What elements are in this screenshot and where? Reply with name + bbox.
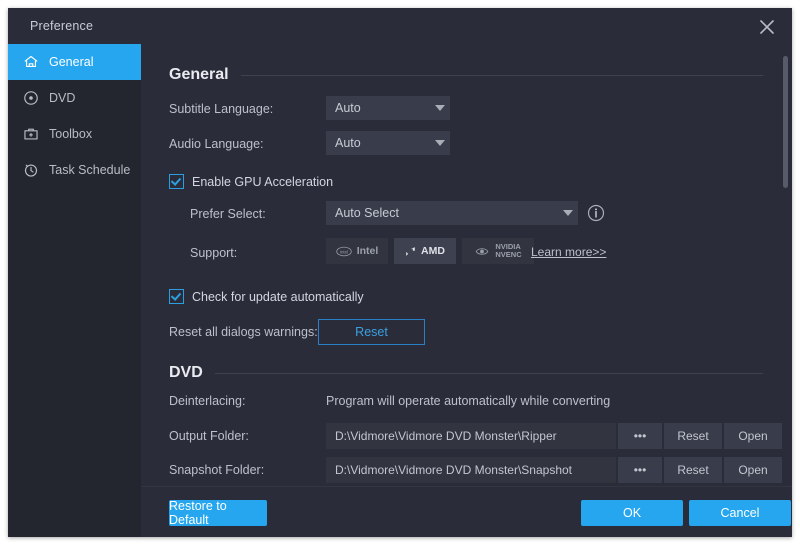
prefer-select-value: Auto Select xyxy=(335,206,399,220)
support-badge-nvidia[interactable]: NVIDIA NVENC xyxy=(462,238,534,264)
output-folder-input[interactable]: D:\Vidmore\Vidmore DVD Monster\Ripper xyxy=(326,423,616,449)
audio-language-value: Auto xyxy=(335,136,361,150)
snapshot-folder-open-button[interactable]: Open xyxy=(724,457,782,483)
dvd-section-header: DVD xyxy=(169,364,763,382)
chevron-down-icon xyxy=(558,210,578,216)
sidebar-item-label: DVD xyxy=(49,91,76,105)
chevron-down-icon xyxy=(430,105,450,111)
intel-logo-icon: intel xyxy=(336,246,352,256)
support-badge-label: NVIDIA NVENC xyxy=(495,242,522,260)
nvidia-logo-icon xyxy=(476,247,489,255)
info-icon[interactable] xyxy=(587,204,605,222)
snapshot-folder-browse-button[interactable]: ••• xyxy=(618,457,662,483)
subtitle-language-label: Subtitle Language: xyxy=(169,102,274,116)
content-area: General Subtitle Language: Auto Audio La… xyxy=(141,44,792,486)
home-icon xyxy=(22,53,40,71)
chevron-down-icon xyxy=(430,140,450,146)
subtitle-language-select[interactable]: Auto xyxy=(326,96,450,120)
reset-dialogs-label: Reset all dialogs warnings: xyxy=(169,325,318,339)
reset-dialogs-button[interactable]: Reset xyxy=(318,319,425,345)
general-section-header: General xyxy=(169,66,763,84)
cancel-button[interactable]: Cancel xyxy=(689,500,791,526)
content-scrollbar[interactable] xyxy=(783,50,788,480)
audio-language-label: Audio Language: xyxy=(169,137,264,151)
snapshot-folder-input[interactable]: D:\Vidmore\Vidmore DVD Monster\Snapshot xyxy=(326,457,616,483)
audio-language-select[interactable]: Auto xyxy=(326,131,450,155)
subtitle-language-value: Auto xyxy=(335,101,361,115)
output-folder-reset-button[interactable]: Reset xyxy=(664,423,722,449)
sidebar-item-task-schedule[interactable]: Task Schedule xyxy=(8,152,141,188)
close-icon[interactable] xyxy=(754,14,780,40)
support-label: Support: xyxy=(190,246,238,260)
check-update-label: Check for update automatically xyxy=(192,289,364,304)
prefer-select-dropdown[interactable]: Auto Select xyxy=(326,201,578,225)
deinterlacing-value: Program will operate automatically while… xyxy=(326,394,611,408)
check-update-checkbox[interactable]: Check for update automatically xyxy=(169,289,364,304)
title-bar: Preference xyxy=(8,8,792,44)
sidebar-item-label: General xyxy=(49,55,94,69)
checkbox-box xyxy=(169,289,184,304)
sidebar-item-general[interactable]: General xyxy=(8,44,141,80)
scrollbar-thumb[interactable] xyxy=(783,56,788,188)
prefer-select-label: Prefer Select: xyxy=(190,207,266,221)
snapshot-folder-value: D:\Vidmore\Vidmore DVD Monster\Snapshot xyxy=(335,463,572,477)
sidebar-item-label: Toolbox xyxy=(49,127,93,141)
support-badge-intel[interactable]: intel Intel xyxy=(326,238,388,264)
sidebar: General DVD Toolbox Task Schedule xyxy=(8,44,141,537)
divider xyxy=(240,74,763,76)
svg-text:intel: intel xyxy=(340,249,348,254)
disc-icon xyxy=(22,89,40,107)
learn-more-link[interactable]: Learn more>> xyxy=(531,245,606,259)
support-badge-label: AMD xyxy=(421,245,445,257)
clock-icon xyxy=(22,161,40,179)
deinterlacing-label: Deinterlacing: xyxy=(169,394,246,408)
dialog-footer: Restore to Default OK Cancel xyxy=(141,486,792,537)
toolbox-icon xyxy=(22,125,40,143)
support-badge-amd[interactable]: AMD xyxy=(394,238,456,264)
divider xyxy=(214,372,763,374)
nvidia-line-2: NVENC xyxy=(495,250,522,259)
enable-gpu-acceleration-label: Enable GPU Acceleration xyxy=(192,174,334,189)
sidebar-item-label: Task Schedule xyxy=(49,163,131,177)
output-folder-label: Output Folder: xyxy=(169,429,249,443)
snapshot-folder-label: Snapshot Folder: xyxy=(169,463,265,477)
snapshot-folder-reset-button[interactable]: Reset xyxy=(664,457,722,483)
checkbox-box xyxy=(169,174,184,189)
dvd-section-title: DVD xyxy=(169,364,203,381)
general-section-title: General xyxy=(169,66,229,83)
enable-gpu-acceleration-checkbox[interactable]: Enable GPU Acceleration xyxy=(169,174,333,189)
amd-logo-icon xyxy=(406,246,415,256)
sidebar-item-toolbox[interactable]: Toolbox xyxy=(8,116,141,152)
output-folder-value: D:\Vidmore\Vidmore DVD Monster\Ripper xyxy=(335,429,557,443)
preference-dialog: Preference General DVD Toolbox Task Sche… xyxy=(8,8,792,537)
support-badge-label: Intel xyxy=(356,245,379,257)
output-folder-open-button[interactable]: Open xyxy=(724,423,782,449)
ok-button[interactable]: OK xyxy=(581,500,683,526)
restore-to-default-button[interactable]: Restore to Default xyxy=(169,499,267,527)
sidebar-item-dvd[interactable]: DVD xyxy=(8,80,141,116)
window-title: Preference xyxy=(30,19,94,33)
output-folder-browse-button[interactable]: ••• xyxy=(618,423,662,449)
